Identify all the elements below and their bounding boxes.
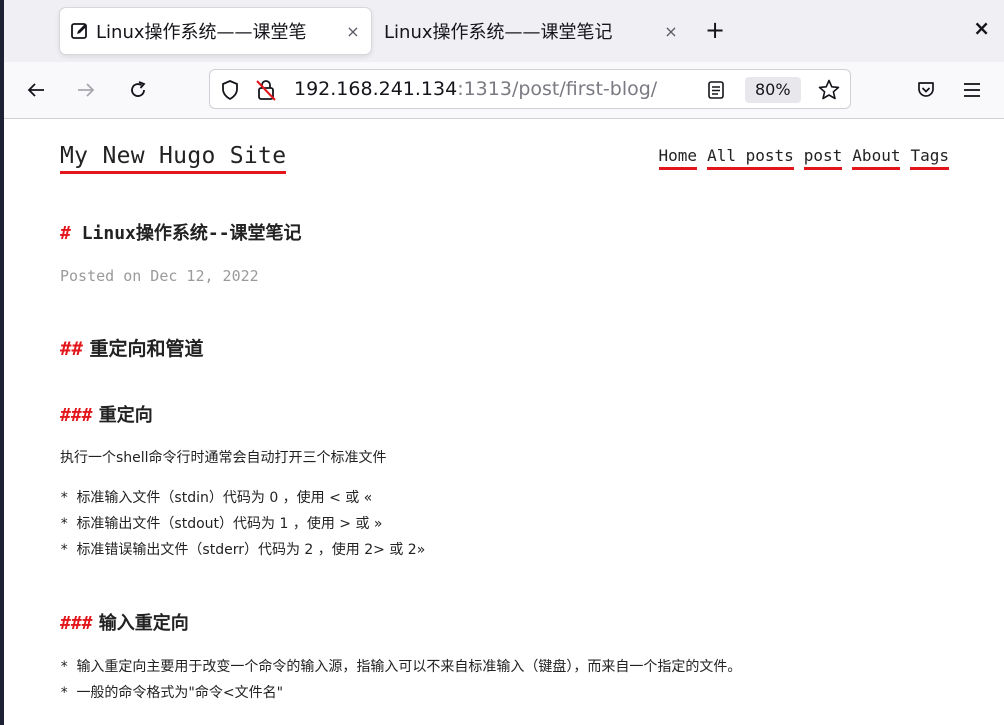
- new-tab-button[interactable]: +: [699, 14, 731, 46]
- redirect-list: * 标准输入文件（stdin）代码为 0 ，使用 < 或 « * 标准输出文件（st…: [60, 485, 425, 563]
- nav-link-tags[interactable]: Tags: [910, 146, 949, 170]
- url-host: 192.168.241.134: [294, 78, 458, 100]
- nav-bar: 192.168.241.134:1313/post/first-blog/ 80…: [4, 62, 1004, 119]
- list-item: * 输入重定向主要用于改变一个命令的输入源，指输入可以不来自标准输入（键盘），而来…: [60, 659, 742, 675]
- list-item: * 一般的命令格式为"命令<文件名": [60, 685, 284, 701]
- tab-inactive[interactable]: Linux操作系统——课堂笔记 ×: [374, 8, 689, 54]
- hamburger-menu-icon[interactable]: [962, 80, 982, 100]
- tab-close-icon[interactable]: ×: [663, 22, 679, 41]
- post-date: Posted on Dec 12, 2022: [60, 267, 259, 285]
- bookmark-star-icon[interactable]: [817, 78, 841, 102]
- back-button[interactable]: [18, 72, 54, 108]
- heading-marker: #: [60, 223, 71, 244]
- heading-marker: ##: [60, 338, 83, 360]
- tab-close-icon[interactable]: ×: [345, 22, 361, 41]
- site-nav: Home All posts post About Tags: [658, 146, 949, 170]
- tab-active[interactable]: Linux操作系统——课堂笔 ×: [60, 8, 371, 54]
- nav-link-all-posts[interactable]: All posts: [707, 146, 794, 170]
- tab-title: Linux操作系统——课堂笔记: [384, 22, 613, 43]
- subsection-heading-text: 重定向: [98, 405, 153, 426]
- nav-link-post[interactable]: post: [803, 146, 843, 170]
- heading-marker: ###: [60, 405, 93, 426]
- url-path: :1313/post/first-blog/: [457, 78, 658, 100]
- section-heading: ## 重定向和管道: [60, 334, 204, 361]
- list-item: * 标准错误输出文件（stderr）代码为 2 ，使用 2> 或 2»: [60, 542, 426, 558]
- list-item: * 标准输出文件（stdout）代码为 1 ，使用 > 或 »: [60, 516, 383, 532]
- reload-button[interactable]: [120, 72, 156, 108]
- input-redirect-list: * 输入重定向主要用于改变一个命令的输入源，指输入可以不来自标准输入（键盘），而来…: [60, 654, 741, 706]
- paragraph: 执行一个shell命令行时通常会自动打开三个标准文件: [60, 450, 387, 466]
- forward-button[interactable]: [68, 72, 104, 108]
- reader-view-icon[interactable]: [707, 80, 725, 100]
- section-heading-text: 重定向和管道: [89, 338, 204, 360]
- arrow-left-icon: [27, 83, 44, 97]
- tab-bar: Linux操作系统——课堂笔 × Linux操作系统——课堂笔记 × + ×: [4, 0, 1004, 62]
- subsection-heading-input-redirect: ### 输入重定向: [60, 609, 189, 635]
- reload-icon: [131, 81, 146, 97]
- zoom-level-button[interactable]: 80%: [745, 77, 801, 103]
- subsection-heading-text: 输入重定向: [98, 613, 189, 634]
- shield-icon[interactable]: [220, 79, 240, 101]
- nav-link-about[interactable]: About: [852, 146, 901, 170]
- post-title: # Linux操作系统--课堂笔记: [60, 219, 302, 245]
- site-title-link[interactable]: My New Hugo Site: [60, 143, 287, 174]
- tab-title: Linux操作系统——课堂笔: [96, 22, 307, 43]
- pocket-icon[interactable]: [916, 80, 936, 100]
- heading-marker: ###: [60, 613, 93, 634]
- nav-link-home[interactable]: Home: [658, 146, 698, 170]
- subsection-heading-redirect: ### 重定向: [60, 401, 153, 427]
- url-bar[interactable]: 192.168.241.134:1313/post/first-blog/ 80…: [209, 69, 851, 109]
- post-title-text: Linux操作系统--课堂笔记: [81, 223, 302, 244]
- edit-icon: [71, 23, 87, 39]
- page-content: My New Hugo Site Home All posts post Abo…: [4, 119, 1004, 725]
- url-text[interactable]: 192.168.241.134:1313/post/first-blog/: [294, 78, 657, 100]
- list-item: * 标准输入文件（stdin）代码为 0 ，使用 < 或 «: [60, 490, 373, 506]
- insecure-lock-icon[interactable]: [255, 78, 277, 102]
- arrow-right-icon: [78, 83, 95, 97]
- window-close-button[interactable]: ×: [973, 16, 990, 40]
